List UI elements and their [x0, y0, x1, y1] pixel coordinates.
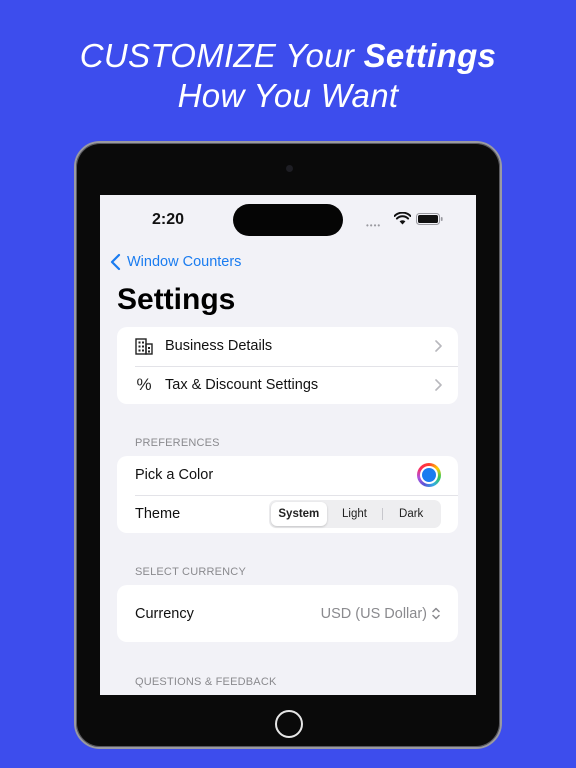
theme-label: Theme — [135, 505, 181, 522]
tablet-frame: 2:20 •••• Window Counters Settings Busin… — [74, 141, 502, 749]
questions-feedback-header: QUESTIONS & FEEDBACK — [135, 676, 277, 688]
percent-icon: % — [136, 374, 152, 394]
dynamic-island — [233, 204, 343, 236]
headline-line-1: CUSTOMIZE Your Settings — [0, 36, 576, 76]
theme-row: Theme System Light Dark — [117, 494, 458, 534]
chevron-up-down-icon — [432, 607, 440, 620]
theme-segmented-control: System Light Dark — [269, 499, 441, 528]
promo-headline: CUSTOMIZE Your Settings How You Want — [0, 36, 576, 116]
selected-color-swatch — [422, 468, 436, 482]
color-picker-button[interactable] — [417, 463, 441, 487]
battery-icon — [416, 213, 443, 225]
preferences-header: PREFERENCES — [135, 437, 220, 449]
pick-color-label: Pick a Color — [135, 467, 214, 484]
preferences-card: Pick a Color Theme System Light Dark — [117, 456, 458, 533]
headline-text-normal: CUSTOMIZE Your — [79, 37, 364, 74]
back-button-label: Window Counters — [127, 254, 242, 270]
pick-color-row[interactable]: Pick a Color — [117, 456, 458, 495]
color-well-ring — [420, 466, 438, 484]
currency-picker[interactable]: USD (US Dollar) — [321, 585, 440, 642]
theme-option-dark[interactable]: Dark — [383, 502, 439, 526]
currency-row[interactable]: Currency USD (US Dollar) — [117, 585, 458, 642]
business-details-row[interactable]: Business Details — [117, 327, 458, 366]
signal-dots-icon: •••• — [366, 221, 382, 230]
chevron-left-icon — [110, 253, 121, 271]
page-title: Settings — [117, 283, 236, 316]
back-button[interactable]: Window Counters — [110, 251, 241, 273]
select-currency-header: SELECT CURRENCY — [135, 566, 246, 578]
currency-value: USD (US Dollar) — [320, 605, 427, 622]
currency-label: Currency — [135, 605, 194, 622]
currency-card: Currency USD (US Dollar) — [117, 585, 458, 642]
home-button[interactable] — [275, 710, 303, 738]
camera-icon — [286, 165, 293, 172]
theme-option-system[interactable]: System — [271, 501, 327, 526]
theme-option-light[interactable]: Light — [327, 502, 383, 526]
headline-text-bold: Settings — [363, 37, 497, 74]
tax-discount-label: Tax & Discount Settings — [165, 376, 319, 393]
device-screen: 2:20 •••• Window Counters Settings Busin… — [100, 195, 476, 695]
business-details-label: Business Details — [165, 338, 273, 355]
tax-discount-row[interactable]: % Tax & Discount Settings — [117, 365, 458, 405]
wifi-icon — [394, 212, 411, 225]
general-settings-card: Business Details % Tax & Discount Settin… — [117, 327, 458, 404]
chevron-right-icon — [435, 378, 442, 391]
status-time: 2:20 — [152, 211, 185, 228]
headline-line-2: How You Want — [177, 77, 399, 114]
building-icon — [117, 338, 165, 355]
chevron-right-icon — [435, 340, 442, 352]
